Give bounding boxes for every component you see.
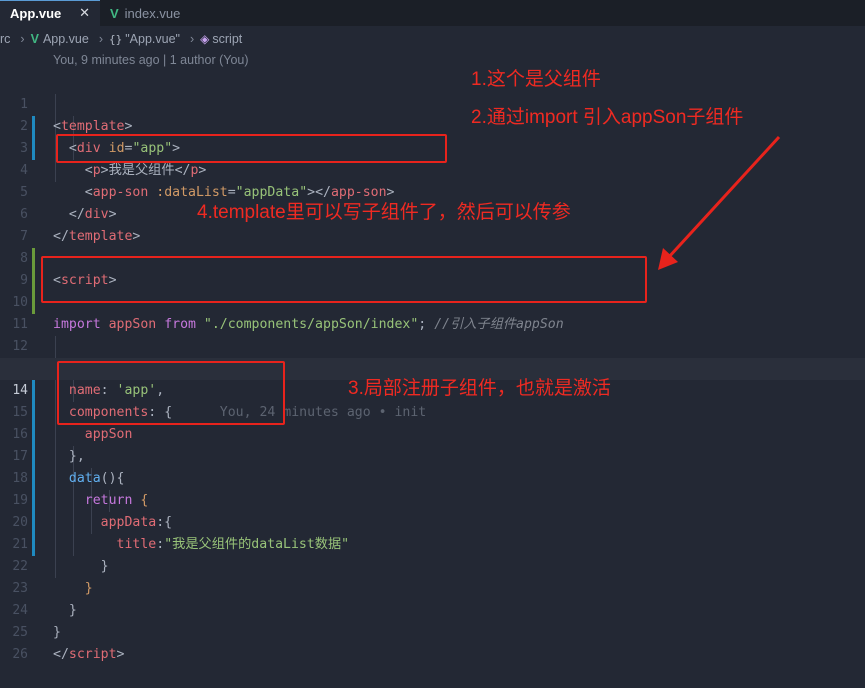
line-number: 26 <box>12 647 28 662</box>
code-token: script <box>68 647 117 662</box>
arrow-shaft <box>666 135 781 260</box>
annotation-arrow <box>658 135 781 270</box>
